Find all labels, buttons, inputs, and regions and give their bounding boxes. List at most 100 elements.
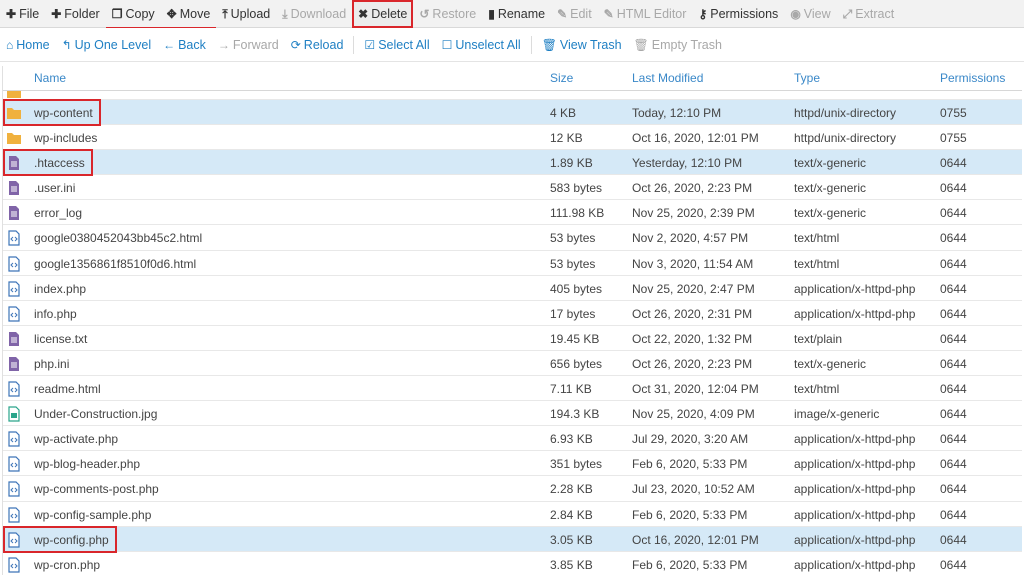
html-editor-button[interactable]: ✎ HTML Editor bbox=[598, 0, 693, 28]
navbar-button-label: Forward bbox=[232, 37, 279, 52]
column-header-size[interactable]: Size bbox=[550, 71, 573, 85]
file-name[interactable]: info.php bbox=[34, 307, 77, 321]
file-size: 405 bytes bbox=[550, 281, 603, 296]
folder-icon bbox=[7, 91, 21, 98]
table-row[interactable]: google1356861f8510f0d6.html 53 bytes Nov 3… bbox=[3, 251, 1022, 276]
file-permissions: 0644 bbox=[940, 206, 967, 221]
select-all-button[interactable]: ☑ Select All bbox=[358, 28, 435, 62]
file-rows: wp-content 4 KB Today, 12:10 PM httpd/unix-… bbox=[3, 99, 1022, 575]
navbar-button-label: Back bbox=[178, 37, 206, 52]
view-trash-button[interactable]: 🗑 View Trash bbox=[536, 28, 628, 62]
rename-icon: ▮ bbox=[488, 6, 495, 21]
toolbar-button-label: Upload bbox=[230, 6, 271, 21]
file-name[interactable]: index.php bbox=[34, 282, 86, 296]
toolbar-button-label: Copy bbox=[125, 6, 155, 21]
file-last-modified: Oct 16, 2020, 12:01 PM bbox=[632, 532, 759, 547]
file-name[interactable]: license.txt bbox=[34, 332, 87, 346]
file-name[interactable]: error_log bbox=[34, 206, 82, 220]
table-row[interactable]: .htaccess 1.89 KB Yesterday, 12:10 PM text/… bbox=[3, 149, 1022, 177]
file-name[interactable]: wp-config-sample.php bbox=[34, 508, 151, 522]
navbar-button-label: View Trash bbox=[559, 37, 622, 52]
navbar-button-label: Reload bbox=[303, 37, 344, 52]
navbar-divider bbox=[530, 35, 532, 54]
level-up-icon: ↰ bbox=[61, 37, 72, 52]
file-name[interactable]: wp-activate.php bbox=[34, 432, 118, 446]
file-name[interactable]: Under-Construction.jpg bbox=[34, 407, 157, 421]
file-last-modified: Nov 2, 2020, 4:57 PM bbox=[632, 231, 749, 246]
file-last-modified: Yesterday, 12:10 PM bbox=[632, 156, 743, 171]
view-button[interactable]: ◉ View bbox=[784, 0, 836, 28]
home-button[interactable]: ⌂ Home bbox=[0, 28, 56, 62]
text-file-icon bbox=[6, 356, 22, 372]
column-header-name[interactable]: Name bbox=[34, 71, 66, 85]
toolbar-button-label: Extract bbox=[855, 6, 895, 21]
reload-button[interactable]: ⟳ Reload bbox=[285, 28, 350, 62]
navbar-button-label: Empty Trash bbox=[651, 37, 722, 52]
file-button[interactable]: ✚ File bbox=[0, 0, 45, 28]
eye-icon: ◉ bbox=[790, 6, 801, 21]
rename-button[interactable]: ▮ Rename bbox=[482, 0, 551, 28]
table-row[interactable]: wp-includes 12 KB Oct 16, 2020, 12:01 PM ht… bbox=[3, 125, 1022, 151]
edit-button[interactable]: ✎ Edit bbox=[551, 0, 598, 28]
file-name[interactable]: .htaccess bbox=[34, 156, 85, 170]
forward-button[interactable]: → Forward bbox=[212, 28, 285, 62]
copy-icon: ❐ bbox=[111, 6, 123, 21]
table-row[interactable]: google0380452043bb45c2.html 53 bytes Nov 2… bbox=[3, 225, 1022, 251]
table-row[interactable]: error_log 111.98 KB Nov 25, 2020, 2:39 PM t… bbox=[3, 200, 1022, 226]
table-row[interactable]: .user.ini 583 bytes Oct 26, 2020, 2:23 PM t… bbox=[3, 175, 1022, 201]
file-last-modified: Nov 25, 2020, 2:47 PM bbox=[632, 281, 755, 296]
table-row[interactable]: wp-blog-header.php 351 bytes Feb 6, 2020, … bbox=[3, 451, 1022, 477]
file-name[interactable]: wp-blog-header.php bbox=[34, 457, 140, 471]
permissions-button[interactable]: ⚷ Permissions bbox=[692, 0, 784, 28]
file-size: 194.3 KB bbox=[550, 407, 600, 422]
table-row[interactable]: index.php 405 bytes Nov 25, 2020, 2:47 PM a… bbox=[3, 276, 1022, 301]
file-name[interactable]: wp-content bbox=[34, 106, 93, 120]
file-name[interactable]: readme.html bbox=[34, 382, 101, 396]
file-type: text/x-generic bbox=[794, 356, 867, 371]
file-name[interactable]: php.ini bbox=[34, 357, 69, 371]
move-button[interactable]: ✥ Move bbox=[160, 0, 217, 29]
empty-trash-button[interactable]: 🗑 Empty Trash bbox=[628, 28, 728, 62]
table-row[interactable]: readme.html 7.11 KB Oct 31, 2020, 12:04 PM… bbox=[3, 376, 1022, 402]
column-header-permissions[interactable]: Permissions bbox=[940, 71, 1005, 85]
table-row[interactable]: wp-activate.php 6.93 KB Jul 29, 2020, 3:20… bbox=[3, 426, 1022, 452]
download-button[interactable]: ⤓ Download bbox=[276, 0, 352, 28]
table-row[interactable]: wp-cron.php 3.85 KB Feb 6, 2020, 5:33 PM ap… bbox=[3, 552, 1022, 575]
file-last-modified: Jul 29, 2020, 3:20 AM bbox=[632, 432, 749, 447]
file-name[interactable]: wp-config.php bbox=[34, 533, 109, 547]
file-last-modified: Feb 6, 2020, 5:33 PM bbox=[632, 457, 748, 472]
copy-button[interactable]: ❐ Copy bbox=[105, 0, 161, 29]
file-name[interactable]: google0380452043bb45c2.html bbox=[34, 231, 202, 245]
up-one-level-button[interactable]: ↰ Up One Level bbox=[56, 28, 158, 62]
extract-button[interactable]: ⤢ Extract bbox=[837, 0, 901, 28]
file-name[interactable]: wp-comments-post.php bbox=[34, 482, 159, 496]
unselect-all-button[interactable]: ☐ Unselect All bbox=[436, 28, 527, 62]
back-button[interactable]: ← Back bbox=[157, 28, 212, 62]
table-row[interactable]: wp-config-sample.php 2.84 KB Feb 6, 2020, … bbox=[3, 502, 1022, 527]
file-size: 656 bytes bbox=[550, 356, 603, 371]
upload-button[interactable]: ⤒ Upload bbox=[216, 0, 276, 28]
column-header-type[interactable]: Type bbox=[794, 71, 820, 85]
delete-button[interactable]: ✖ Delete bbox=[352, 0, 414, 28]
table-row[interactable]: license.txt 19.45 KB Oct 22, 2020, 1:32 PM… bbox=[3, 326, 1022, 351]
table-row[interactable]: php.ini 656 bytes Oct 26, 2020, 2:23 PM tex… bbox=[3, 351, 1022, 377]
table-row[interactable]: wp-comments-post.php 2.28 KB Jul 23, 2020,… bbox=[3, 476, 1022, 502]
table-row[interactable]: Under-Construction.jpg 194.3 KB Nov 25, 20… bbox=[3, 401, 1022, 427]
folder-button[interactable]: ✚ Folder bbox=[45, 0, 106, 28]
file-name[interactable]: google1356861f8510f0d6.html bbox=[34, 257, 196, 271]
text-file-icon bbox=[6, 205, 22, 221]
code-file-icon bbox=[6, 456, 22, 472]
toolbar-button-label: View bbox=[803, 6, 831, 21]
code-file-icon bbox=[6, 481, 22, 498]
table-row[interactable]: info.php 17 bytes Oct 26, 2020, 2:31 PM app… bbox=[3, 301, 1022, 326]
toolbar-button-label: Permissions bbox=[710, 6, 779, 21]
restore-button[interactable]: ↺ Restore bbox=[413, 0, 482, 28]
column-header-last-modified[interactable]: Last Modified bbox=[632, 71, 703, 85]
table-row[interactable]: wp-content 4 KB Today, 12:10 PM httpd/unix-… bbox=[3, 99, 1022, 126]
file-permissions: 0644 bbox=[940, 432, 967, 447]
file-name[interactable]: wp-cron.php bbox=[34, 558, 100, 572]
table-row[interactable]: wp-config.php 3.05 KB Oct 16, 2020, 12:01 … bbox=[3, 525, 1022, 553]
file-name[interactable]: .user.ini bbox=[34, 181, 75, 195]
file-size: 3.05 KB bbox=[550, 532, 593, 547]
file-name[interactable]: wp-includes bbox=[34, 131, 97, 145]
